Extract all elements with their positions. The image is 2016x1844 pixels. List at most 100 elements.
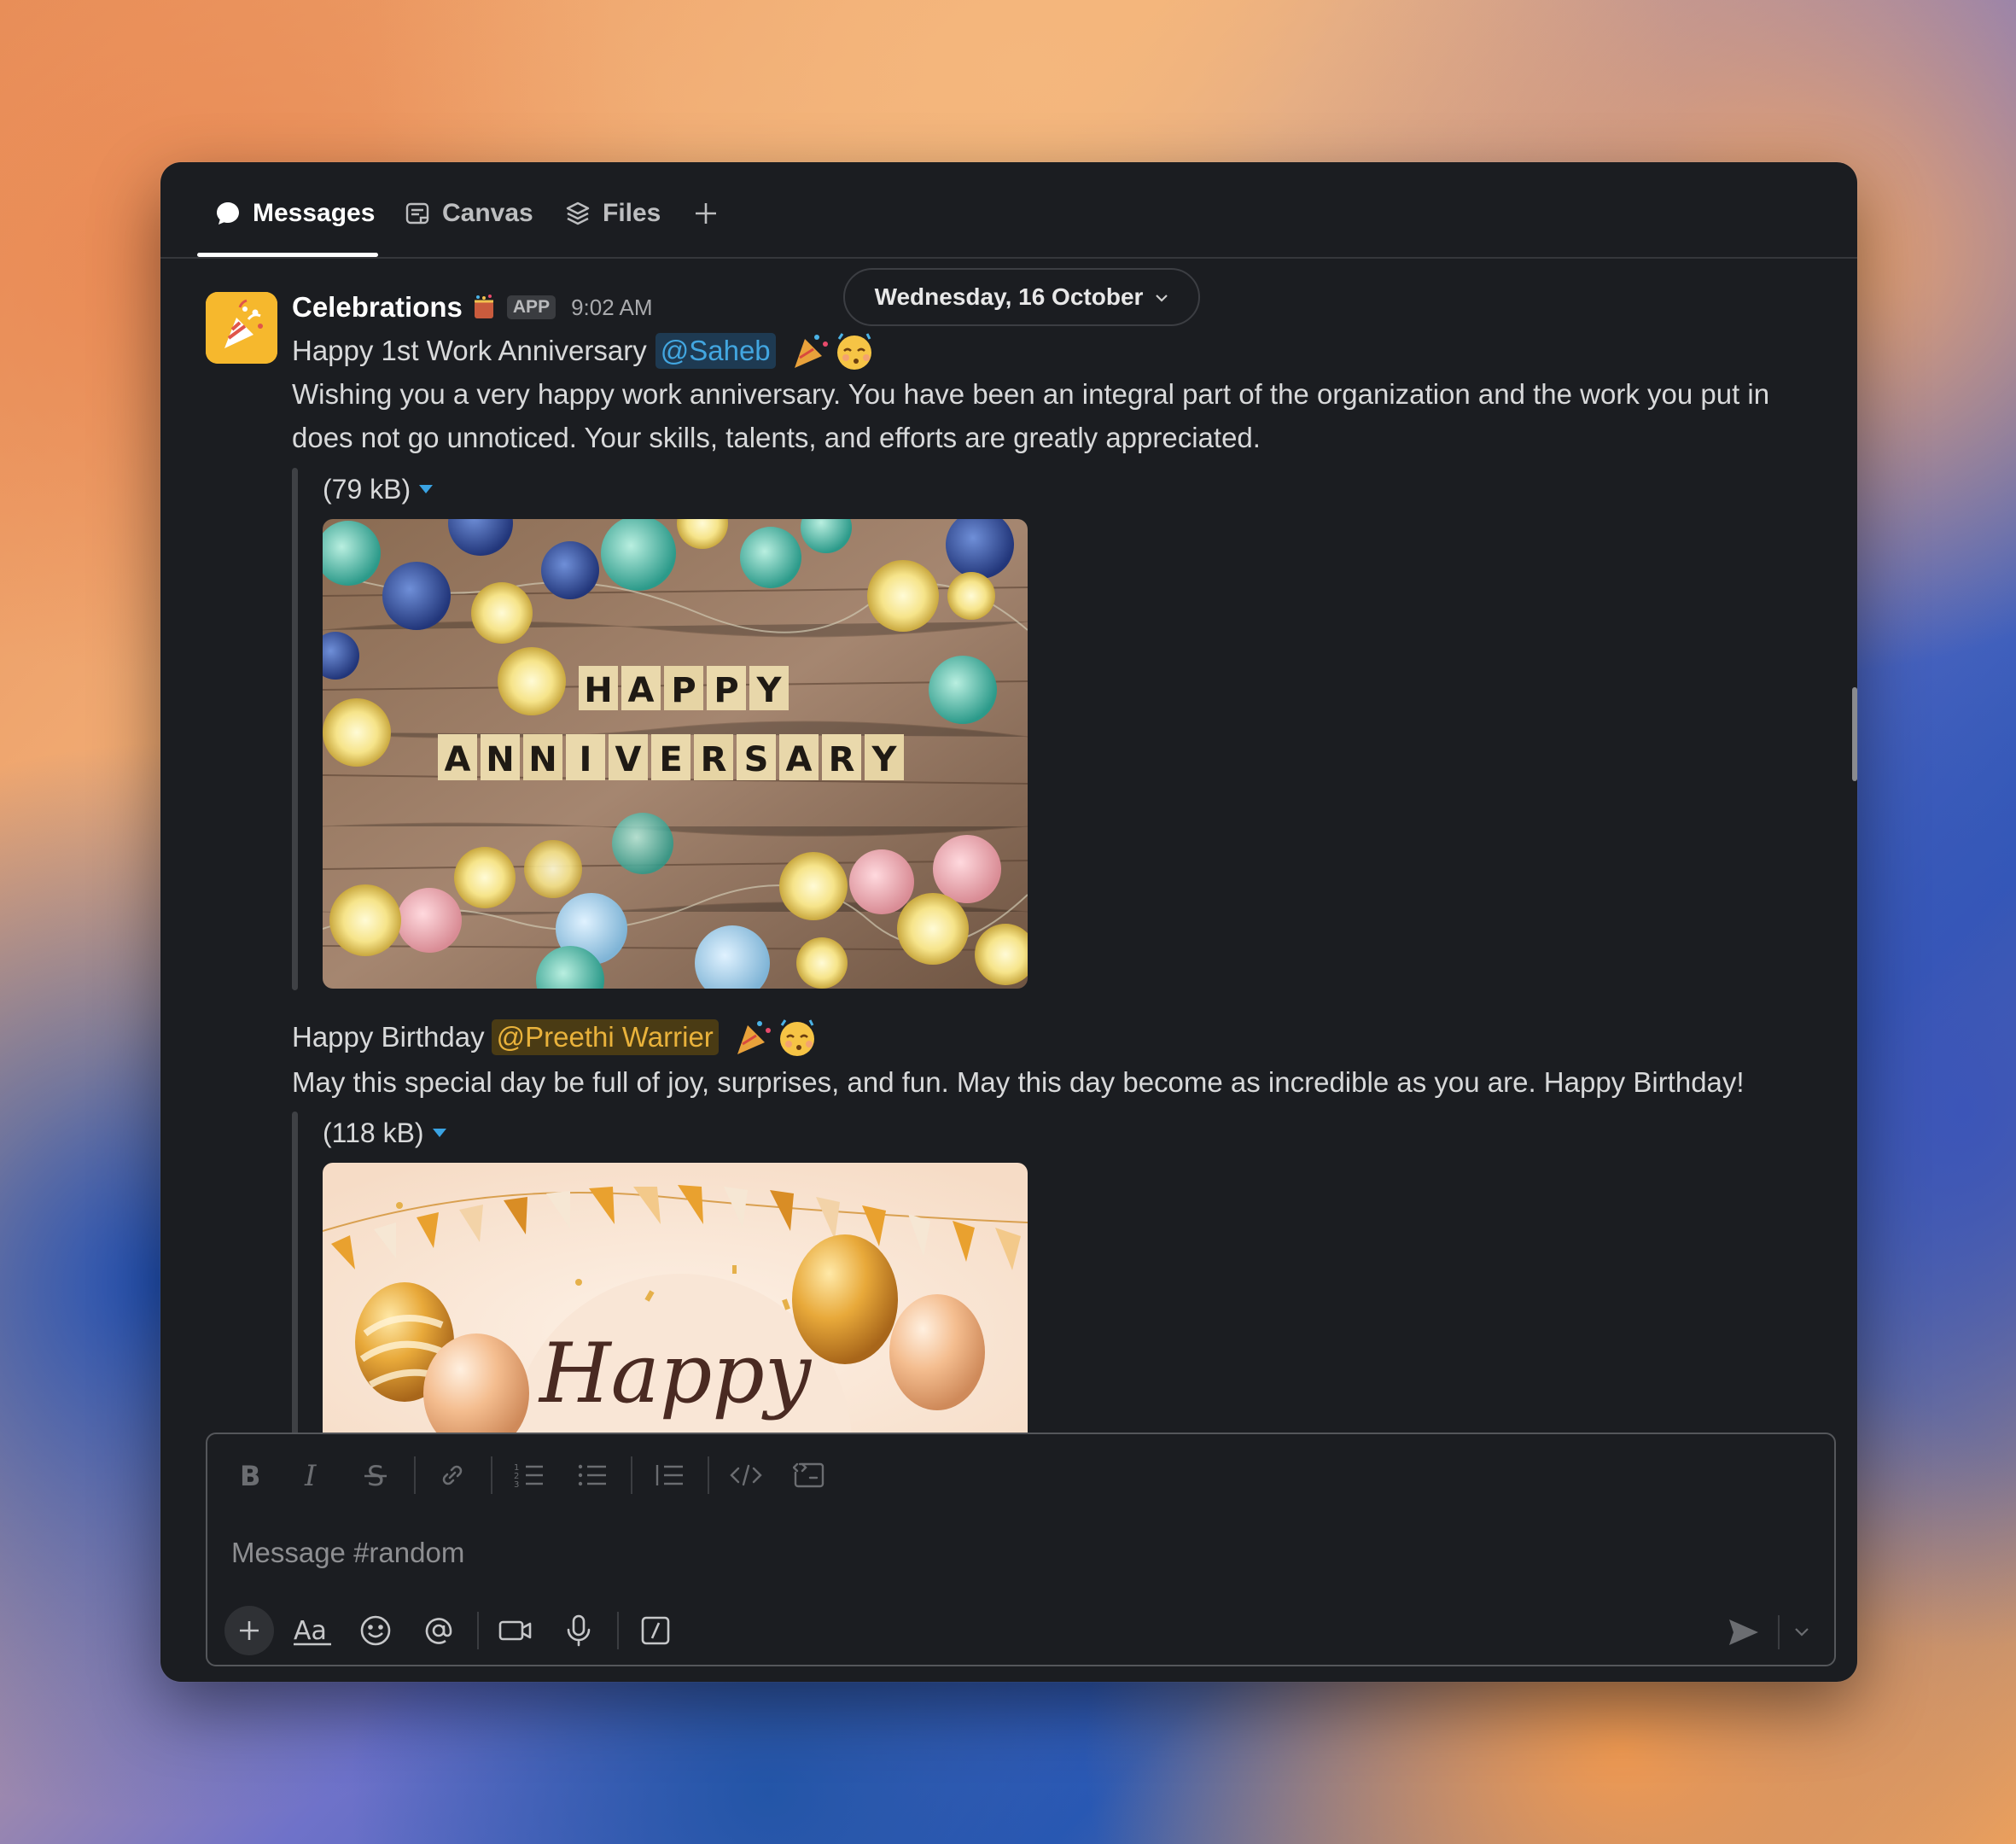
bold-icon[interactable]: B xyxy=(224,1450,274,1500)
anniversary-image[interactable]: H A P P Y A N N I V E R S A R Y xyxy=(323,519,1028,989)
attachment-border xyxy=(292,468,298,990)
active-tab-indicator xyxy=(197,253,378,257)
svg-text:P: P xyxy=(671,671,696,710)
blockquote-icon[interactable] xyxy=(644,1450,694,1500)
attach-plus-button[interactable] xyxy=(224,1606,274,1655)
svg-text:S: S xyxy=(744,740,769,779)
video-camera-icon xyxy=(498,1620,532,1641)
plus-icon xyxy=(240,1621,259,1640)
composer-actions: Aa xyxy=(224,1605,694,1656)
anniversary-title-line: Happy 1st Work Anniversary @Saheb xyxy=(292,330,880,372)
svg-text:R: R xyxy=(701,740,727,779)
date-label: Wednesday, 16 October xyxy=(874,283,1144,310)
birthday-image[interactable]: Happy xyxy=(323,1163,1028,1444)
party-emoji-icon xyxy=(791,330,880,371)
canvas-icon xyxy=(403,199,432,228)
mention-button[interactable] xyxy=(414,1606,463,1655)
attachment-size-toggle[interactable]: (79 kB) xyxy=(323,470,434,509)
svg-text:I: I xyxy=(304,1462,317,1489)
tab-files[interactable]: Files xyxy=(563,188,661,239)
slash-command-icon xyxy=(641,1616,670,1645)
svg-text:3: 3 xyxy=(514,1480,519,1489)
divider xyxy=(708,1456,709,1494)
divider xyxy=(414,1456,416,1494)
party-popper-icon xyxy=(206,292,277,364)
svg-text:I: I xyxy=(580,740,592,779)
svg-text:A: A xyxy=(445,740,471,779)
date-divider-button[interactable]: Wednesday, 16 October xyxy=(843,268,1200,326)
tab-label: Canvas xyxy=(442,199,533,227)
file-size-label: (118 kB) xyxy=(323,1117,424,1148)
svg-text:N: N xyxy=(486,740,514,779)
bullet-list-icon[interactable] xyxy=(568,1450,617,1500)
message-composer: B I S 123 Message #random Aa xyxy=(206,1433,1836,1666)
svg-text:H: H xyxy=(584,671,612,710)
anniversary-title: Happy 1st Work Anniversary xyxy=(292,335,647,366)
birthday-image-text: Happy xyxy=(538,1326,813,1421)
svg-text:P: P xyxy=(714,671,738,710)
plus-icon xyxy=(691,199,720,228)
code-icon[interactable] xyxy=(721,1450,771,1500)
svg-text:Y: Y xyxy=(756,671,783,710)
scrollbar-thumb[interactable] xyxy=(1852,687,1857,781)
divider xyxy=(617,1612,619,1649)
attachment-border xyxy=(292,1112,298,1436)
tab-label: Messages xyxy=(253,199,376,227)
layers-icon xyxy=(563,199,592,228)
audio-clip-button[interactable] xyxy=(554,1606,603,1655)
confetti-icon xyxy=(469,293,498,322)
at-sign-icon xyxy=(425,1618,452,1644)
sender-name[interactable]: Celebrations xyxy=(292,291,463,324)
strikethrough-icon[interactable]: S xyxy=(351,1450,400,1500)
microphone-icon xyxy=(567,1614,591,1647)
video-clip-button[interactable] xyxy=(491,1606,540,1655)
chat-bubble-icon xyxy=(213,199,242,228)
message-header: Celebrations APP 9:02 AM xyxy=(292,289,652,326)
chevron-down-icon xyxy=(1155,289,1168,306)
birthday-title-line: Happy Birthday @Preethi Warrier xyxy=(292,1016,823,1059)
tab-messages[interactable]: Messages xyxy=(213,188,375,239)
user-mention[interactable]: @Saheb xyxy=(655,333,776,369)
svg-text:R: R xyxy=(829,740,855,779)
svg-text:E: E xyxy=(659,740,682,779)
divider xyxy=(1778,1615,1780,1649)
file-size-label: (79 kB) xyxy=(323,473,411,505)
message-timestamp[interactable]: 9:02 AM xyxy=(571,295,652,321)
link-icon[interactable] xyxy=(428,1450,477,1500)
svg-text:N: N xyxy=(528,740,556,779)
tab-label: Files xyxy=(603,199,661,227)
italic-icon[interactable]: I xyxy=(288,1450,337,1500)
svg-text:V: V xyxy=(615,740,642,779)
add-tab-button[interactable] xyxy=(691,188,731,239)
caret-down-icon xyxy=(419,485,434,493)
happy-tiles: H A P P Y xyxy=(579,666,789,710)
text-format-icon: Aa xyxy=(294,1616,331,1646)
code-block-icon[interactable] xyxy=(784,1450,834,1500)
divider xyxy=(477,1612,479,1649)
app-window: Messages Canvas Files Wednesday, 16 Octo… xyxy=(160,162,1857,1682)
user-mention[interactable]: @Preethi Warrier xyxy=(491,1019,719,1055)
send-icon xyxy=(1729,1619,1758,1645)
emoji-button[interactable] xyxy=(351,1606,400,1655)
message-input[interactable]: Message #random xyxy=(231,1537,464,1569)
ordered-list-icon[interactable]: 123 xyxy=(504,1450,554,1500)
send-button[interactable] xyxy=(1722,1610,1766,1654)
svg-text:B: B xyxy=(240,1462,260,1489)
shortcuts-button[interactable] xyxy=(631,1606,680,1655)
svg-text:Y: Y xyxy=(871,740,898,779)
svg-text:A: A xyxy=(786,740,813,779)
divider xyxy=(631,1456,632,1494)
birthday-title: Happy Birthday xyxy=(292,1021,485,1053)
formatting-toggle-button[interactable]: Aa xyxy=(288,1606,337,1655)
app-badge: APP xyxy=(506,295,556,319)
chevron-down-icon xyxy=(1795,1628,1809,1637)
svg-text:A: A xyxy=(628,671,655,710)
tab-canvas[interactable]: Canvas xyxy=(403,188,533,239)
divider xyxy=(491,1456,492,1494)
avatar[interactable] xyxy=(206,292,277,364)
formatting-toolbar: B I S 123 xyxy=(224,1450,848,1501)
attachment-size-toggle[interactable]: (118 kB) xyxy=(323,1113,446,1152)
party-emoji-icon xyxy=(734,1017,823,1058)
send-options-button[interactable] xyxy=(1786,1614,1817,1651)
svg-text:Aa: Aa xyxy=(294,1616,327,1646)
